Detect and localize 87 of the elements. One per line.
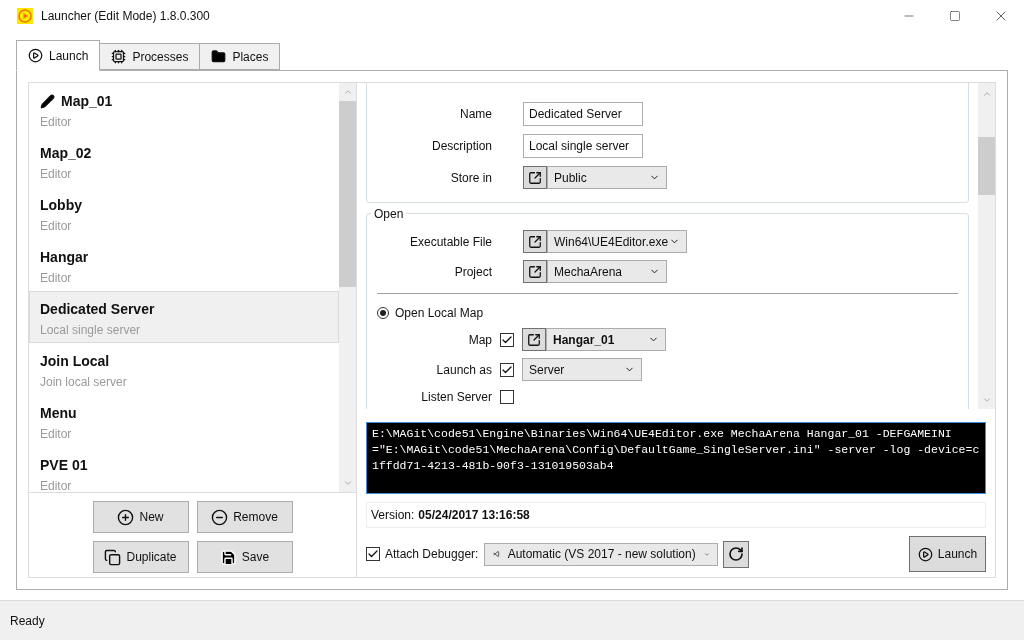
status-bar: Ready <box>0 600 1024 640</box>
scroll-down-icon <box>981 395 992 405</box>
profile-subtitle: Editor <box>40 218 73 235</box>
refresh-icon <box>728 546 745 562</box>
tab[interactable]: Processes <box>99 43 201 70</box>
field-label: Launch as <box>435 361 493 379</box>
plus-icon <box>117 508 135 526</box>
profile-list-item[interactable]: Lobby Editor <box>29 187 339 239</box>
profile-list-item[interactable]: Join Local Join local server <box>29 343 339 395</box>
profile-list-item[interactable]: Map_02 Editor <box>29 135 339 187</box>
play-icon <box>28 48 43 63</box>
external-link-icon <box>528 234 542 249</box>
profile-list-item[interactable]: Menu Editor <box>29 395 339 447</box>
minus-icon <box>211 508 229 526</box>
scroll-up-icon <box>342 87 353 97</box>
profile-subtitle: Editor <box>40 166 73 183</box>
visual-studio-icon <box>493 548 500 560</box>
text-field[interactable]: Local single server <box>523 134 643 158</box>
profile-name: Map_02 <box>40 144 92 162</box>
scroll-down-icon <box>342 478 353 488</box>
field-label: Description <box>430 138 493 155</box>
profile-name: Menu <box>40 404 77 422</box>
profile-subtitle: Editor <box>40 270 73 287</box>
profile-list-item[interactable]: Dedicated Server Local single server <box>29 291 339 343</box>
field-label: Project <box>453 263 493 281</box>
open-link-button[interactable] <box>523 166 547 189</box>
open-link-button[interactable] <box>523 260 547 283</box>
action-button[interactable]: Remove <box>196 501 293 533</box>
app-logo-icon <box>17 8 33 24</box>
chip-icon <box>111 49 127 64</box>
field-label: Executable File <box>408 233 493 251</box>
profile-name: Join Local <box>40 352 110 370</box>
checkbox[interactable] <box>500 390 514 404</box>
checkbox[interactable] <box>500 332 514 347</box>
field-label: Listen Server <box>420 389 493 406</box>
scrollbar[interactable] <box>339 83 356 492</box>
dropdown[interactable]: MechaArena <box>547 260 667 283</box>
profile-name: Map_01 <box>61 92 113 110</box>
profile-list-item[interactable]: Map_01 Editor <box>29 83 339 135</box>
profile-subtitle: Local single server <box>40 322 142 339</box>
profile-name: Hangar <box>40 248 89 266</box>
external-link-icon <box>527 332 541 347</box>
profile-subtitle: Join local server <box>40 374 128 391</box>
version-value: 05/24/2017 13:16:58 <box>418 507 530 524</box>
checkbox[interactable] <box>500 362 514 377</box>
maximize-icon <box>949 10 961 22</box>
radio-label: Open Local Map <box>395 305 484 322</box>
tab[interactable]: Places <box>199 43 281 70</box>
profile-subtitle: Editor <box>40 478 73 492</box>
window-title: Launcher (Edit Mode) 1.8.0.300 <box>41 8 210 25</box>
folder-icon <box>211 49 227 64</box>
action-button[interactable]: Save <box>196 541 293 573</box>
launch-button[interactable]: Launch <box>909 536 986 572</box>
external-link-icon <box>528 170 542 185</box>
scrollbar[interactable] <box>978 83 995 409</box>
action-button[interactable]: Duplicate <box>92 541 189 573</box>
profile-list-item[interactable]: PVE 01 Editor <box>29 447 339 492</box>
tab[interactable]: Launch <box>16 40 101 71</box>
dropdown[interactable]: Server <box>522 358 642 381</box>
scroll-thumb[interactable] <box>978 137 995 195</box>
field-label: Map <box>467 331 493 349</box>
dropdown[interactable]: Hangar_01 <box>546 328 666 351</box>
open-link-button[interactable] <box>522 328 546 351</box>
play-icon <box>917 546 933 562</box>
field-label: Name <box>459 106 493 123</box>
debugger-label: Attach Debugger: <box>385 546 479 563</box>
field-label: Store in <box>449 169 493 187</box>
version-label: Version: <box>371 507 415 524</box>
debugger-dropdown[interactable]: Automatic (VS 2017 - new solution) <box>484 542 719 566</box>
scroll-up-icon <box>981 89 992 99</box>
profile-list-item[interactable]: Hangar Editor <box>29 239 339 291</box>
profile-name: Lobby <box>40 196 82 214</box>
refresh-button[interactable] <box>723 540 750 568</box>
profile-name: Dedicated Server <box>40 300 155 318</box>
profile-subtitle: Editor <box>40 114 73 131</box>
profile-name: PVE 01 <box>40 456 88 474</box>
dropdown[interactable]: Public <box>547 166 667 189</box>
save-icon <box>219 548 237 566</box>
text-field[interactable]: Dedicated Server <box>523 102 643 126</box>
dropdown[interactable]: Win64\UE4Editor.exe <box>547 230 687 253</box>
open-link-button[interactable] <box>523 230 547 253</box>
profile-subtitle: Editor <box>40 426 73 443</box>
external-link-icon <box>528 264 542 279</box>
checkbox[interactable] <box>366 547 380 561</box>
action-button[interactable]: New <box>92 501 189 533</box>
scroll-thumb[interactable] <box>339 101 356 287</box>
copy-icon <box>104 548 122 566</box>
